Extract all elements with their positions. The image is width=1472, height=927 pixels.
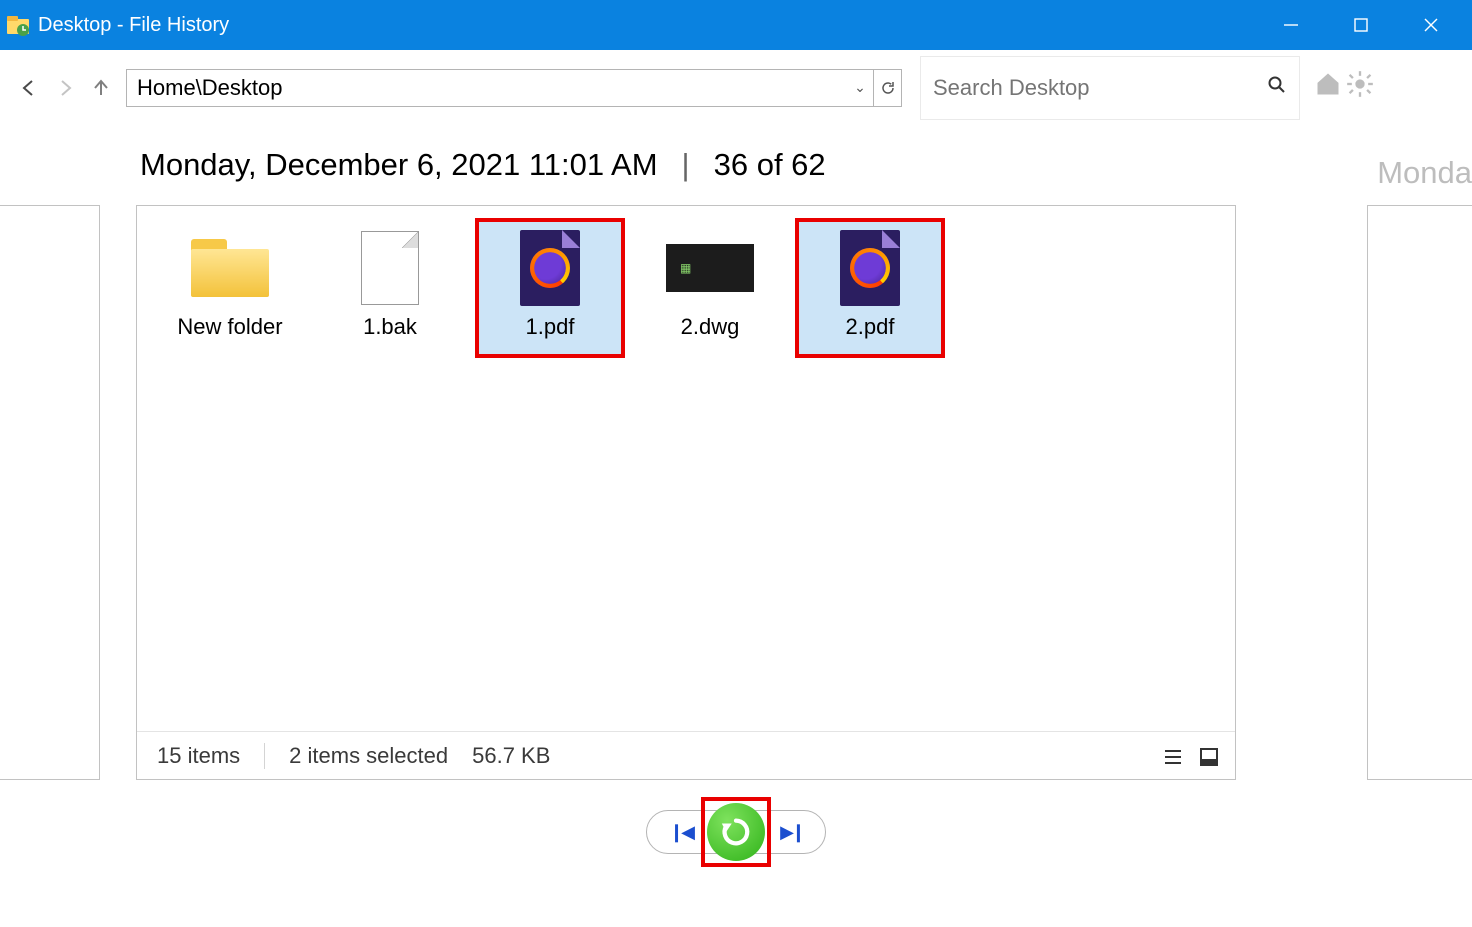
file-label: 2.dwg (681, 314, 740, 340)
next-version-peek: Monda (1377, 155, 1472, 191)
window-title: Desktop - File History (38, 14, 1256, 37)
home-icon[interactable] (1314, 70, 1342, 105)
address-dropdown-icon[interactable]: ⌄ (847, 79, 873, 96)
navigation-bar: Home\Desktop ⌄ (0, 50, 1472, 125)
status-size: 56.7 KB (472, 743, 550, 769)
up-button[interactable] (86, 73, 116, 103)
file-label: 1.bak (363, 314, 417, 340)
file-label: New folder (177, 314, 282, 340)
pdf-firefox-icon (520, 228, 580, 308)
file-item[interactable]: 2.pdf (795, 218, 945, 358)
file-grid: New folder 1.bak 1.pdf ▦ 2.dwg 2.pdf (155, 218, 1217, 358)
window-controls (1256, 0, 1466, 50)
version-pager: 36 of 62 (714, 147, 826, 183)
next-panel-ghost (1367, 205, 1472, 780)
file-label: 1.pdf (526, 314, 575, 340)
minimize-button[interactable] (1256, 0, 1326, 50)
details-view-icon[interactable] (1159, 743, 1187, 771)
file-item[interactable]: 1.bak (315, 218, 465, 358)
history-nav-pill: ❙◀ ▶❙ (646, 810, 826, 854)
close-button[interactable] (1396, 0, 1466, 50)
address-path[interactable]: Home\Desktop (127, 75, 847, 101)
status-selection: 2 items selected (289, 743, 448, 769)
back-button[interactable] (14, 73, 44, 103)
refresh-button[interactable] (873, 70, 901, 106)
version-timestamp: Monday, December 6, 2021 11:01 AM (140, 147, 658, 183)
search-box[interactable] (920, 56, 1300, 120)
view-toggles (1159, 743, 1223, 771)
dwg-thumbnail-icon: ▦ (666, 228, 754, 308)
icons-view-icon[interactable] (1195, 743, 1223, 771)
file-label: 2.pdf (846, 314, 895, 340)
status-bar: 15 items 2 items selected 56.7 KB (137, 731, 1235, 779)
file-history-folder-icon (6, 13, 30, 37)
file-item[interactable]: New folder (155, 218, 305, 358)
status-item-count: 15 items (157, 743, 240, 769)
address-bar[interactable]: Home\Desktop ⌄ (126, 69, 902, 107)
restore-button[interactable] (707, 803, 765, 861)
titlebar: Desktop - File History (0, 0, 1472, 50)
toolbar-right-icons (1314, 70, 1374, 105)
search-icon[interactable] (1267, 75, 1287, 101)
version-header: Monday, December 6, 2021 11:01 AM | 36 o… (0, 125, 1472, 205)
maximize-button[interactable] (1326, 0, 1396, 50)
search-input[interactable] (933, 75, 1267, 101)
forward-button[interactable] (50, 73, 80, 103)
prev-panel-ghost (0, 205, 100, 780)
folder-icon (191, 228, 269, 308)
pdf-firefox-icon (840, 228, 900, 308)
file-item[interactable]: ▦ 2.dwg (635, 218, 785, 358)
header-separator: | (682, 147, 690, 183)
history-nav: ❙◀ ▶❙ (0, 810, 1472, 854)
file-icon (361, 228, 419, 308)
file-panel: New folder 1.bak 1.pdf ▦ 2.dwg 2.pdf 15 items… (136, 205, 1236, 780)
file-item[interactable]: 1.pdf (475, 218, 625, 358)
next-version-button[interactable]: ▶❙ (780, 822, 803, 843)
status-divider (264, 743, 265, 769)
content-area: New folder 1.bak 1.pdf ▦ 2.dwg 2.pdf 15 items… (0, 205, 1472, 795)
previous-version-button[interactable]: ❙◀ (669, 822, 692, 843)
gear-icon[interactable] (1346, 70, 1374, 105)
